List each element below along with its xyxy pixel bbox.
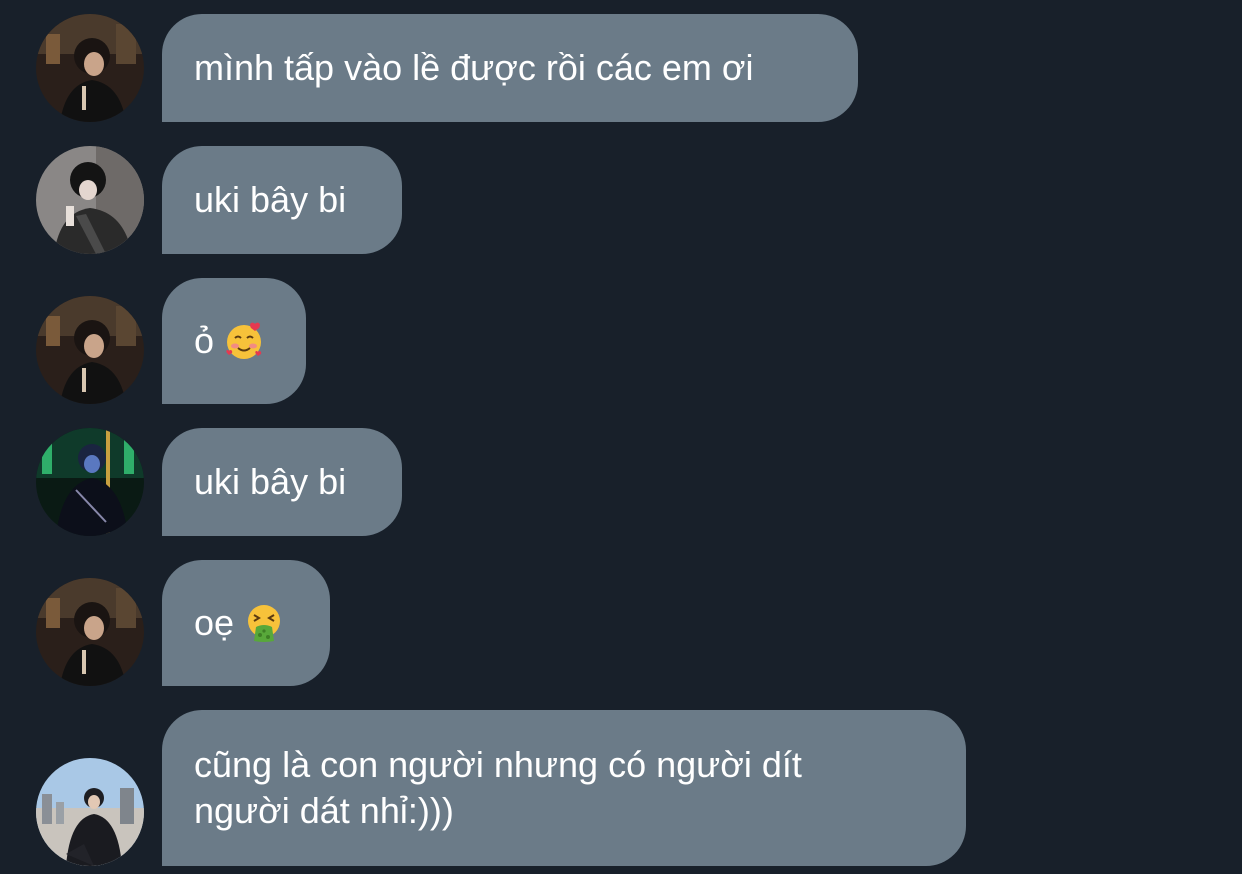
message-bubble[interactable]: uki bây bi	[162, 146, 402, 254]
avatar-image-outdoor-sky	[36, 758, 144, 866]
message-bubble[interactable]: uki bây bi	[162, 428, 402, 536]
message-bubble[interactable]: cũng là con người nhưng có người dít ngư…	[162, 710, 966, 866]
avatar[interactable]	[36, 758, 144, 866]
message-text: uki bây bi	[194, 461, 347, 502]
message-bubble[interactable]: ỏ	[162, 278, 306, 404]
avatar-image-dark-room	[36, 14, 144, 122]
chat-thread: mình tấp vào lề được rồi các em ơi uki b…	[0, 0, 1242, 874]
smiling-face-with-hearts-icon	[224, 321, 264, 361]
message-bubble[interactable]: mình tấp vào lề được rồi các em ơi	[162, 14, 858, 122]
message-text: ỏ	[194, 320, 215, 361]
avatar[interactable]	[36, 428, 144, 536]
message-bubble[interactable]: oẹ	[162, 560, 330, 686]
message-text: uki bây bi	[194, 179, 347, 220]
vomiting-face-icon	[244, 603, 284, 643]
avatar-image-grey-jacket	[36, 146, 144, 254]
message-text-line: người dát nhỉ:)))	[194, 790, 454, 831]
message-text: mình tấp vào lề được rồi các em ơi	[194, 47, 754, 88]
avatar-image-neon-green	[36, 428, 144, 536]
avatar-image-dark-room	[36, 578, 144, 686]
avatar-image-dark-room	[36, 296, 144, 404]
avatar[interactable]	[36, 296, 144, 404]
message-text: oẹ	[194, 602, 235, 643]
avatar[interactable]	[36, 146, 144, 254]
message-text: cũng là con người nhưng có người dít ngư…	[194, 742, 802, 834]
avatar[interactable]	[36, 578, 144, 686]
message-text-line: cũng là con người nhưng có người dít	[194, 744, 802, 785]
avatar[interactable]	[36, 14, 144, 122]
